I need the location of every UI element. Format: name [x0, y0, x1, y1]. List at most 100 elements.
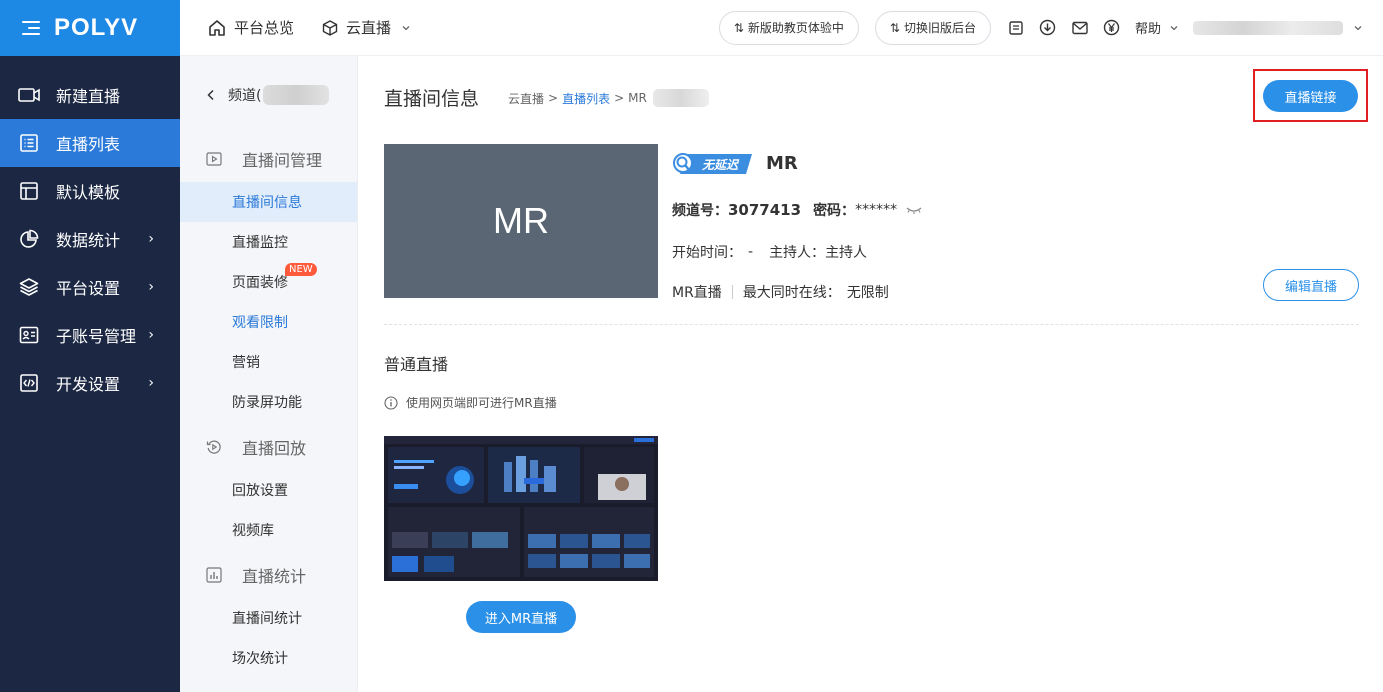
subnav-group-label: 直播间管理 — [242, 151, 323, 170]
sidebar-item-label: 新建直播 — [56, 87, 121, 106]
yuan-icon[interactable] — [1103, 19, 1121, 37]
room-cover: MR — [384, 144, 658, 298]
chevron-down-icon[interactable] — [1353, 23, 1363, 33]
host-value: 主持人 — [825, 245, 868, 261]
subnav-item[interactable]: 直播监控 — [180, 222, 357, 262]
channel-info-line: 频道号： 3077413 密码： ****** — [672, 200, 923, 220]
subnav-menu: 直播间管理直播间信息直播监控页面装修 NEW 观看限制营销防录屏功能直播回放回放设置… — [180, 136, 357, 678]
subnav-item[interactable]: 回放设置 — [180, 470, 357, 510]
subnav-group-1: 直播回放 — [180, 424, 357, 470]
breadcrumb-live-list[interactable]: 直播列表 — [562, 90, 610, 107]
subnav-item[interactable]: 观看限制 — [180, 302, 357, 342]
sidebar-item-0[interactable]: 新建直播 — [0, 71, 180, 119]
sidebar-item-label: 默认模板 — [56, 183, 121, 202]
password-value: ****** — [855, 202, 898, 218]
info-tip: 使用网页端即可进行MR直播 — [384, 394, 557, 411]
code-icon — [18, 372, 40, 394]
schedule-line: 开始时间： - 主持人： 主持人 — [672, 242, 867, 262]
sidebar-item-1[interactable]: 直播列表 — [0, 119, 180, 167]
channel-back-link[interactable]: 频道( — [180, 56, 357, 134]
help-menu[interactable]: 帮助 — [1135, 18, 1161, 37]
channel-number-label: 频道号： — [672, 203, 728, 219]
subnav-item-label: 直播监控 — [232, 235, 288, 251]
top-header: 平台总览 云直播 ⇅ 新版助教页体验中 ⇅ 切换旧版后台 帮助 — [180, 0, 1383, 56]
bar-chart-icon — [206, 567, 232, 583]
max-online-value: 无限制 — [846, 285, 889, 301]
subnav-item-label: 回放设置 — [232, 483, 288, 499]
new-assistant-ui-button[interactable]: ⇅ 新版助教页体验中 — [718, 10, 859, 45]
cover-text: MR — [493, 200, 549, 241]
switch-arrows-icon: ⇅ — [889, 20, 900, 35]
switch-old-backend-button[interactable]: ⇅ 切换旧版后台 — [874, 10, 991, 45]
eye-closed-icon[interactable] — [905, 205, 923, 215]
subnav-item[interactable]: 防录屏功能 — [180, 382, 357, 422]
switch-arrows-icon: ⇅ — [733, 20, 744, 35]
mail-icon[interactable] — [1071, 19, 1089, 37]
enter-mr-live-button[interactable]: 进入MR直播 — [466, 601, 576, 633]
sidebar-item-3[interactable]: 数据统计 › — [0, 215, 180, 263]
subnav-item[interactable]: 页面装修 NEW — [180, 262, 357, 302]
info-tip-text: 使用网页端即可进行MR直播 — [406, 396, 557, 410]
channel-name-redacted — [263, 85, 330, 105]
sidebar-item-label: 数据统计 — [56, 231, 121, 250]
breadcrumb-redacted — [652, 89, 709, 107]
header-actions: ⇅ 新版助教页体验中 ⇅ 切换旧版后台 帮助 — [718, 10, 1383, 45]
page-title: 直播间信息 — [384, 88, 480, 110]
layers-icon — [18, 276, 40, 298]
sidebar-item-label: 开发设置 — [56, 375, 121, 394]
home-icon — [209, 19, 225, 36]
brand-bar: POLYV — [0, 0, 180, 56]
mr-preview-image — [384, 436, 658, 581]
chevron-right-icon: › — [148, 231, 154, 247]
password-label: 密码： — [813, 203, 856, 219]
platform-overview-link[interactable]: 平台总览 — [208, 17, 294, 38]
subnav-group-2: 直播统计 — [180, 552, 357, 598]
menu-toggle-icon[interactable] — [22, 21, 40, 35]
subnav-group-0: 直播间管理 — [180, 136, 357, 182]
sidebar-item-6[interactable]: 开发设置 › — [0, 359, 180, 407]
chevron-right-icon: › — [148, 327, 154, 343]
subnav-item[interactable]: 营销 — [180, 342, 357, 382]
edit-live-button[interactable]: 编辑直播 — [1263, 269, 1359, 301]
subnav-item-label: 视频库 — [232, 523, 274, 539]
subnav-item[interactable]: 场次统计 — [180, 638, 357, 678]
document-icon[interactable] — [1007, 19, 1025, 37]
breadcrumb-separator: > — [614, 91, 625, 105]
platform-overview-label: 平台总览 — [234, 19, 295, 37]
subnav-item-label: 场次统计 — [232, 651, 288, 667]
subnav-item-label: 直播间信息 — [232, 195, 302, 211]
channel-subnav: 频道( 直播间管理直播间信息直播监控页面装修 NEW 观看限制营销防录屏功能直播回放… — [180, 56, 358, 692]
subnav-item[interactable]: 直播间信息 — [180, 182, 357, 222]
new-assistant-ui-label: 新版助教页体验中 — [747, 21, 844, 35]
chevron-right-icon: › — [148, 279, 154, 295]
live-link-button[interactable]: 直播链接 — [1263, 80, 1358, 112]
live-type: MR直播 — [672, 285, 722, 301]
sidebar-item-4[interactable]: 平台设置 › — [0, 263, 180, 311]
user-account-name[interactable] — [1193, 20, 1343, 35]
sidebar-menu: 新建直播 直播列表 默认模板 数据统计 › 平台设置 › 子账号管理 › 开发设置 › — [0, 71, 180, 407]
new-badge: NEW — [285, 263, 317, 276]
section-divider — [384, 324, 1359, 325]
play-screen-icon — [206, 152, 232, 166]
max-online-label: 最大同时在线： — [742, 285, 841, 301]
switch-old-backend-label: 切换旧版后台 — [903, 21, 976, 35]
section-title: 普通直播 — [384, 355, 449, 374]
sidebar-item-2[interactable]: 默认模板 — [0, 167, 180, 215]
subnav-item-label: 营销 — [232, 355, 260, 371]
breadcrumb-root[interactable]: 云直播 — [508, 90, 544, 107]
info-icon — [384, 395, 398, 410]
polyv-logo[interactable]: POLYV — [54, 14, 138, 42]
download-icon[interactable] — [1039, 19, 1057, 37]
chevron-down-icon — [402, 25, 410, 30]
video-camera-icon — [18, 84, 40, 106]
cube-icon — [322, 19, 338, 36]
subnav-item[interactable]: 直播间统计 — [180, 598, 357, 638]
subnav-item[interactable]: 视频库 — [180, 510, 357, 550]
subnav-item-label: 直播间统计 — [232, 611, 302, 627]
subnav-item-label: 观看限制 — [232, 315, 288, 331]
replay-icon — [206, 439, 232, 455]
cloud-live-menu[interactable]: 云直播 — [322, 17, 419, 38]
sidebar-item-5[interactable]: 子账号管理 › — [0, 311, 180, 359]
live-type-line: MR直播 最大同时在线： 无限制 — [672, 282, 889, 302]
subnav-group-label: 直播回放 — [242, 439, 307, 458]
